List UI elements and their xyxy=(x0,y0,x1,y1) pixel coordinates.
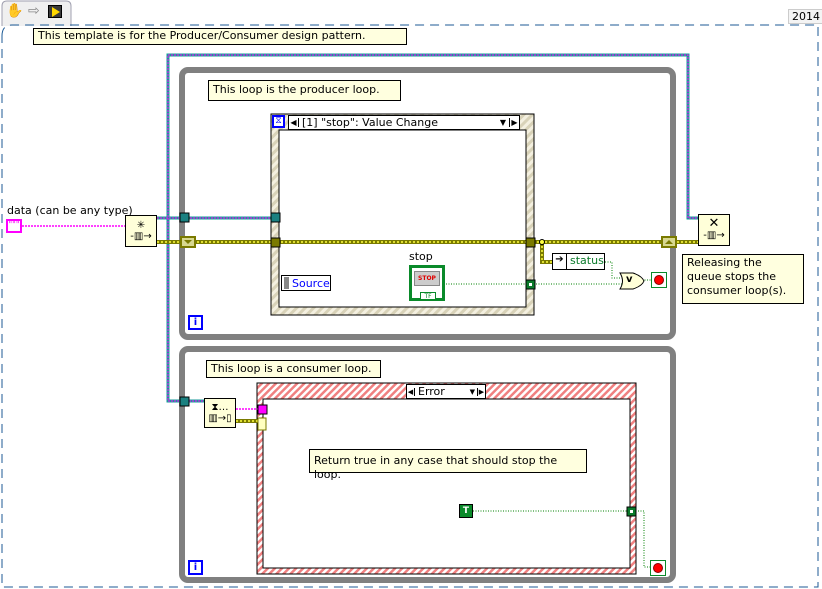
source-label: Source xyxy=(292,276,330,290)
run-vi-icon[interactable] xyxy=(48,5,62,18)
dropdown-arrow-icon[interactable]: ▼ xyxy=(500,118,509,127)
string-constant[interactable]: """ xyxy=(6,219,22,233)
starburst-icon: ✳ xyxy=(136,220,146,231)
consumer-comment: This loop is a consumer loop. xyxy=(206,360,381,378)
stop-label: stop xyxy=(409,250,433,263)
event-selector[interactable]: ◀ [1] "stop": Value Change ▼ ▶ xyxy=(288,115,520,130)
release-comment: Releasing the queue stops the consumer l… xyxy=(682,254,804,304)
case-selector-label: Error xyxy=(418,385,445,398)
timeout-hourglass-icon: ⧖ xyxy=(272,115,285,128)
status-field: status xyxy=(570,254,604,267)
producer-comment: This loop is the producer loop. xyxy=(208,80,401,101)
event-data-node[interactable]: Source xyxy=(281,275,331,291)
return-true-comment: Return true in any case that should stop… xyxy=(309,449,587,481)
hand-tool-icon[interactable]: ✋ xyxy=(6,3,23,19)
queue-icon: -▥→ xyxy=(130,231,152,242)
queue-icon: ▥→▯ xyxy=(208,413,232,424)
dropdown-arrow-icon[interactable]: ▼ xyxy=(470,388,477,396)
decrement-arrow-icon[interactable]: ◀ xyxy=(407,387,415,396)
event-selector-label: [1] "stop": Value Change xyxy=(302,116,438,129)
stop-button-terminal[interactable]: STOP TF xyxy=(409,265,445,301)
hourglass-icon: ⧗… xyxy=(211,402,229,413)
terminal-type: TF xyxy=(420,292,436,300)
stop-button-text: STOP xyxy=(414,271,440,286)
iteration-terminal: i xyxy=(188,560,203,575)
case-selector[interactable]: ◀ Error ▼ ▶ xyxy=(406,384,486,399)
dequeue-element-node[interactable]: ⧗… ▥→▯ xyxy=(204,398,236,428)
obtain-queue-node[interactable]: ✳ -▥→ xyxy=(125,215,157,247)
unbundle-by-name-node[interactable]: ➔ status xyxy=(552,253,605,270)
release-queue-node[interactable]: ✕ -▥→ xyxy=(698,214,730,246)
queue-icon: -▥→ xyxy=(703,230,725,241)
arrow-right-icon: ➔ xyxy=(553,254,567,269)
true-constant[interactable]: T xyxy=(459,504,473,518)
loop-condition-stop-icon[interactable] xyxy=(651,272,667,288)
increment-arrow-icon[interactable]: ▶ xyxy=(509,118,519,127)
data-label: data (can be any type) xyxy=(7,204,133,217)
or-gate-label: v xyxy=(626,274,633,285)
iteration-terminal: i xyxy=(188,315,203,330)
node-handle xyxy=(284,277,289,289)
refnum-tunnel xyxy=(179,212,190,223)
version-label: 2014 xyxy=(788,9,822,24)
arrow-icon[interactable]: ⇨ xyxy=(28,3,40,19)
loop-condition-stop-icon[interactable] xyxy=(650,560,666,576)
template-comment: This template is for the Producer/Consum… xyxy=(33,28,407,45)
decrement-arrow-icon[interactable]: ◀ xyxy=(289,118,299,127)
x-icon: ✕ xyxy=(708,216,720,231)
increment-arrow-icon[interactable]: ▶ xyxy=(477,387,485,396)
